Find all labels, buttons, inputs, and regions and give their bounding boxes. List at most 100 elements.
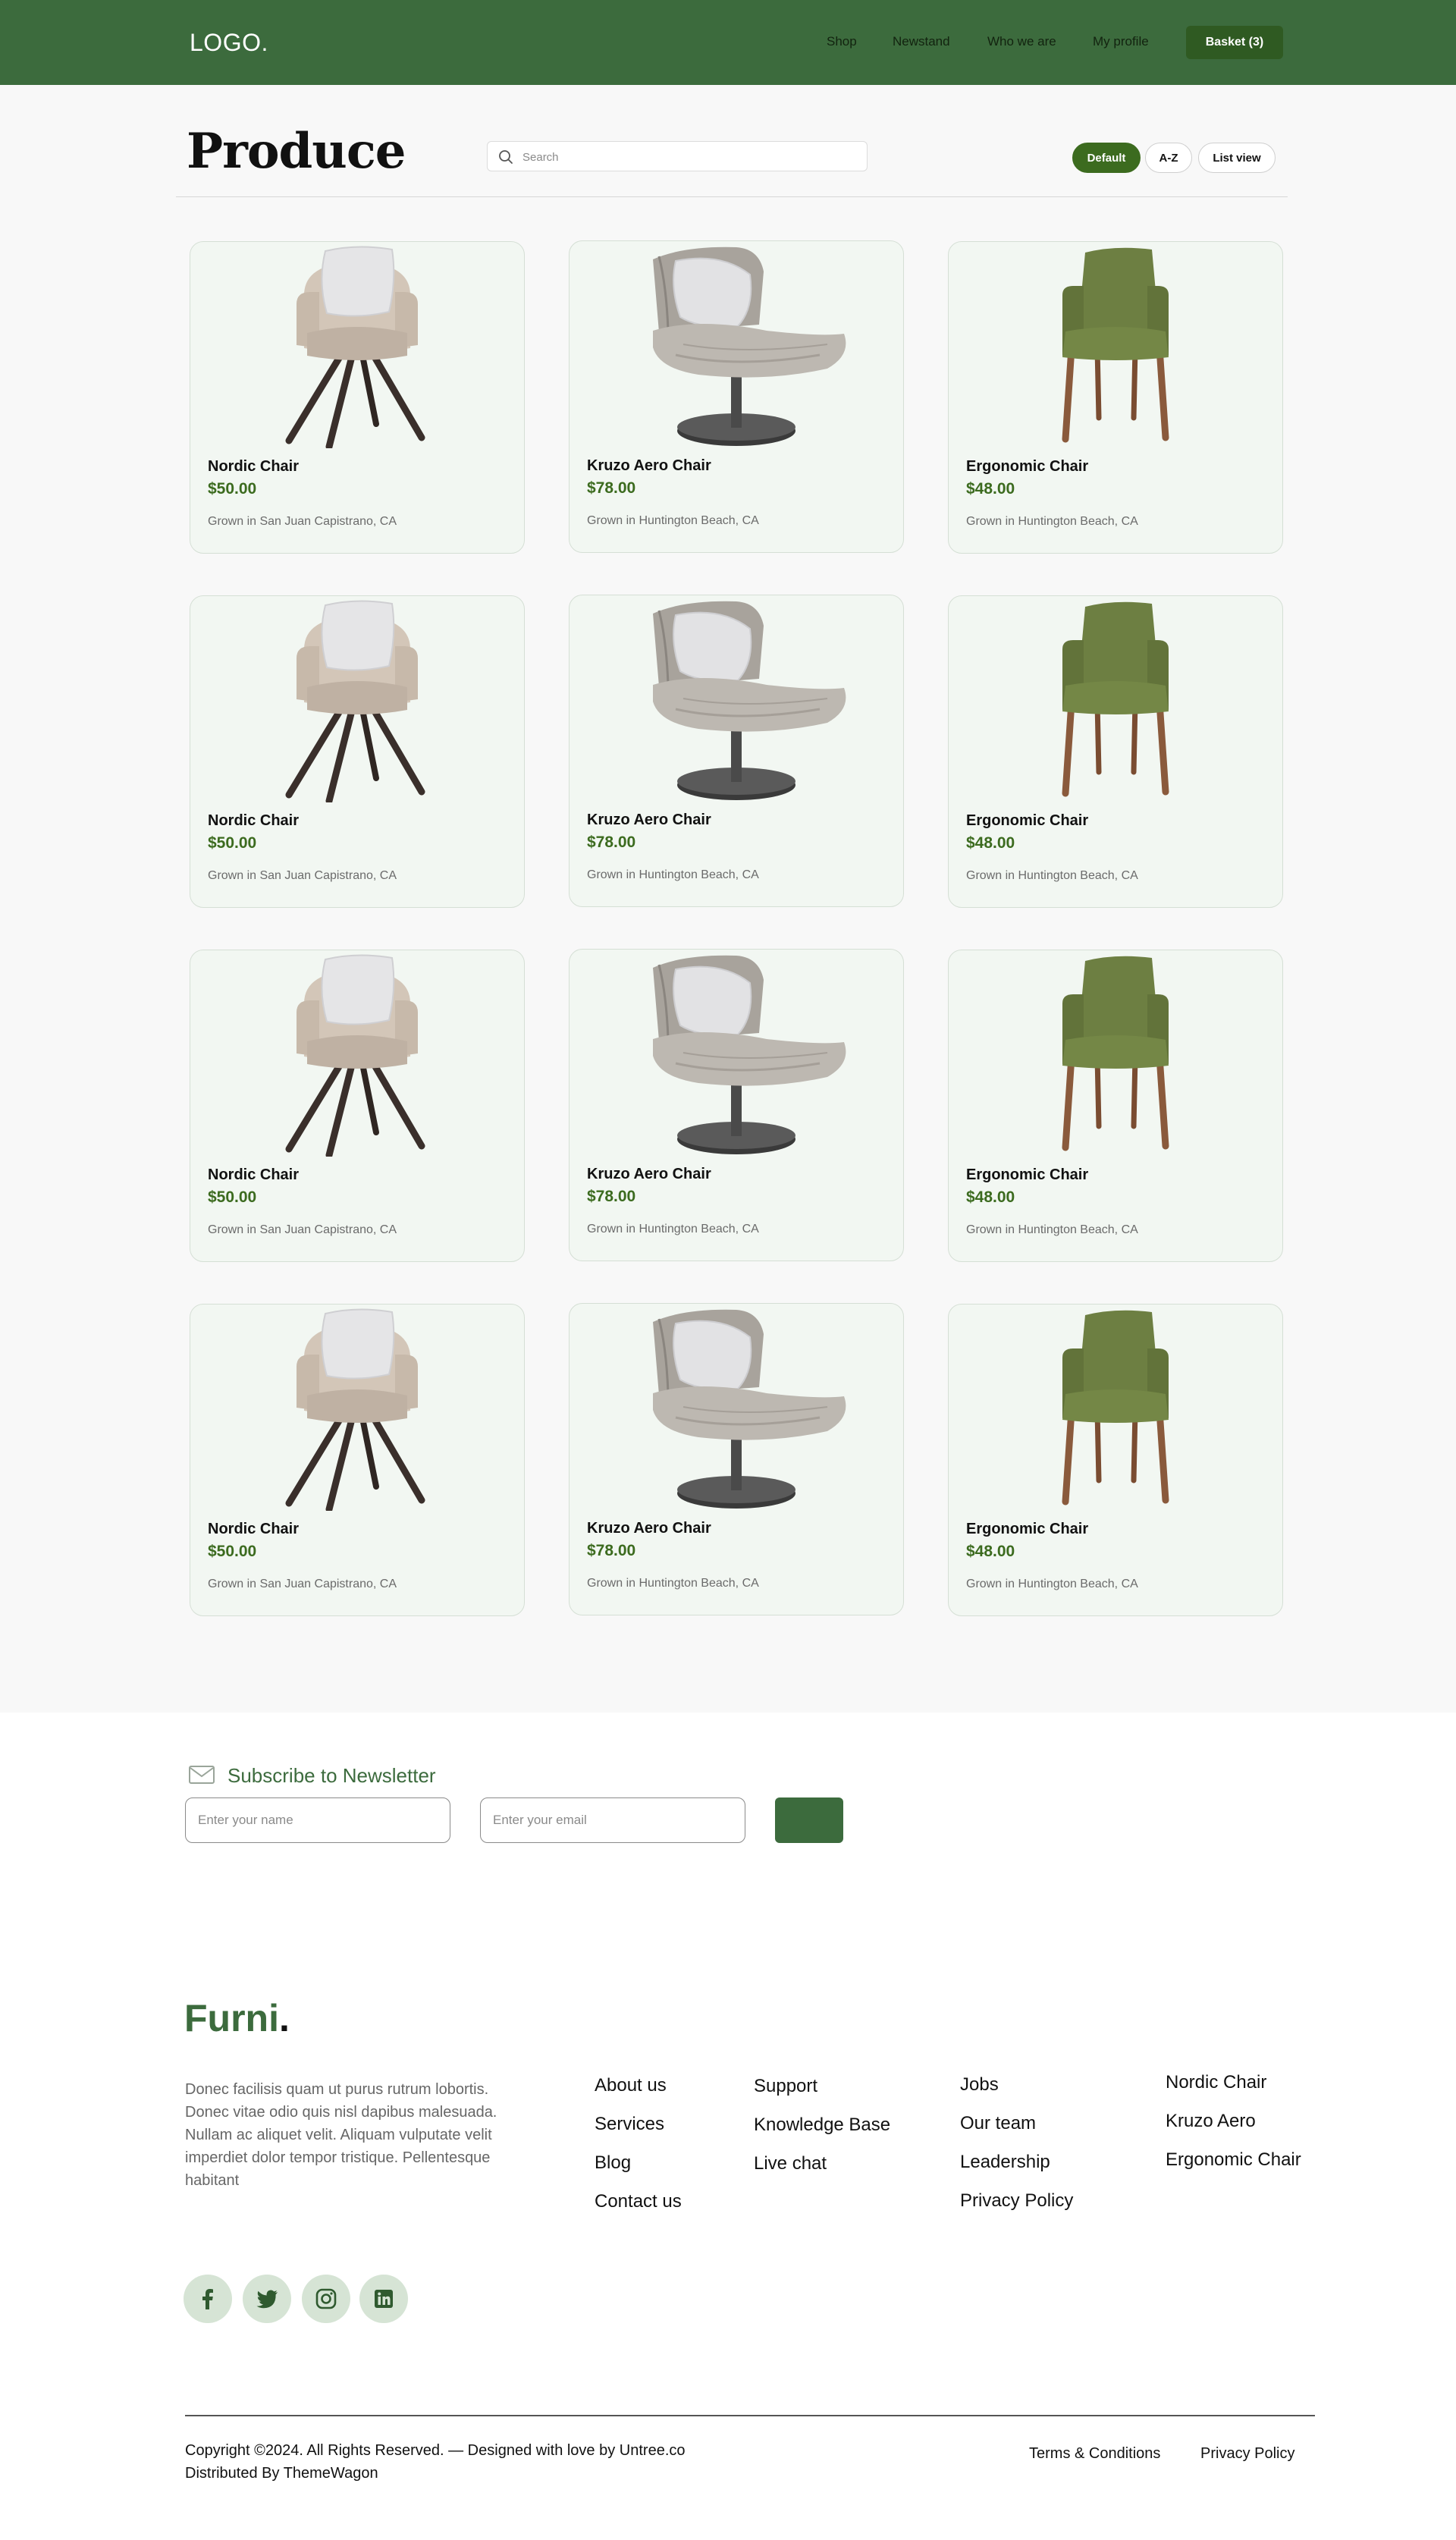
product-origin: Grown in San Juan Capistrano, CA xyxy=(208,515,397,528)
filter-list-view-button[interactable]: List view xyxy=(1198,143,1276,173)
nav-link-my-profile[interactable]: My profile xyxy=(1093,34,1149,49)
product-name: Nordic Chair xyxy=(208,812,300,829)
footer-link-nordic-chair[interactable]: Nordic Chair xyxy=(1166,2072,1266,2093)
footer-link-about-us[interactable]: About us xyxy=(595,2075,667,2096)
product-price: $78.00 xyxy=(587,479,636,497)
product-name: Ergonomic Chair xyxy=(966,1166,1089,1183)
footer-brand-name: Furni xyxy=(184,1997,279,2039)
product-name: Kruzo Aero Chair xyxy=(587,812,711,828)
kruzo-aero-chair-image xyxy=(570,1304,903,1510)
kruzo-aero-chair-image xyxy=(570,595,903,802)
product-origin: Grown in Huntington Beach, CA xyxy=(966,1223,1138,1236)
product-price: $78.00 xyxy=(587,1542,636,1559)
footer-link-privacy-policy[interactable]: Privacy Policy xyxy=(960,2190,1073,2212)
ergonomic-chair-image xyxy=(949,242,1282,448)
footer-link-our-team[interactable]: Our team xyxy=(960,2113,1036,2134)
product-card[interactable]: Kruzo Aero Chair $78.00 Grown in Hunting… xyxy=(569,595,904,907)
footer-brand[interactable]: Furni. xyxy=(184,1996,290,2040)
legal-privacy-policy-link[interactable]: Privacy Policy xyxy=(1200,2445,1294,2463)
product-origin: Grown in Huntington Beach, CA xyxy=(966,515,1138,528)
product-price: $48.00 xyxy=(966,1188,1015,1206)
envelope-icon xyxy=(189,1766,215,1784)
linkedin-button[interactable] xyxy=(359,2275,408,2323)
ergonomic-chair-image xyxy=(949,1305,1282,1511)
footer-link-live-chat[interactable]: Live chat xyxy=(754,2153,827,2174)
nordic-chair-image xyxy=(190,1305,524,1511)
newsletter-submit-button[interactable] xyxy=(775,1797,843,1843)
product-card[interactable]: Nordic Chair $50.00 Grown in San Juan Ca… xyxy=(190,241,525,554)
footer-link-leadership[interactable]: Leadership xyxy=(960,2152,1050,2173)
nordic-chair-image xyxy=(190,596,524,802)
instagram-button[interactable] xyxy=(302,2275,350,2323)
product-card[interactable]: Ergonomic Chair $48.00 Grown in Huntingt… xyxy=(948,1304,1283,1616)
nordic-chair-image xyxy=(190,242,524,448)
site-logo[interactable]: LOGO. xyxy=(190,29,268,57)
product-origin: Grown in San Juan Capistrano, CA xyxy=(208,1223,397,1236)
newsletter-title: Subscribe to Newsletter xyxy=(228,1764,436,1787)
product-name: Kruzo Aero Chair xyxy=(587,1166,711,1182)
filter-default-button[interactable]: Default xyxy=(1072,143,1141,173)
facebook-icon xyxy=(202,2289,213,2309)
product-card[interactable]: Ergonomic Chair $48.00 Grown in Huntingt… xyxy=(948,950,1283,1262)
instagram-icon xyxy=(315,2288,337,2309)
product-origin: Grown in San Juan Capistrano, CA xyxy=(208,1578,397,1590)
twitter-icon xyxy=(256,2290,278,2309)
product-price: $50.00 xyxy=(208,1188,257,1206)
footer-link-ergonomic-chair[interactable]: Ergonomic Chair xyxy=(1166,2149,1301,2171)
kruzo-aero-chair-image xyxy=(570,950,903,1156)
product-origin: Grown in Huntington Beach, CA xyxy=(966,1578,1138,1590)
basket-button[interactable]: Basket (3) xyxy=(1186,26,1283,59)
product-price: $78.00 xyxy=(587,834,636,851)
product-card[interactable]: Nordic Chair $50.00 Grown in San Juan Ca… xyxy=(190,950,525,1262)
footer-about-text: Donec facilisis quam ut purus rutrum lob… xyxy=(185,2081,497,2189)
product-price: $78.00 xyxy=(587,1188,636,1205)
facebook-button[interactable] xyxy=(184,2275,232,2323)
footer-link-kruzo-aero[interactable]: Kruzo Aero xyxy=(1166,2111,1256,2132)
newsletter-email-input[interactable] xyxy=(480,1797,745,1843)
distributed-by-text: Distributed By ThemeWagon xyxy=(185,2465,378,2482)
nav-link-newstand[interactable]: Newstand xyxy=(893,34,950,49)
search-box[interactable] xyxy=(487,141,868,171)
terms-conditions-link[interactable]: Terms & Conditions xyxy=(1029,2445,1160,2463)
product-origin: Grown in Huntington Beach, CA xyxy=(587,868,759,881)
product-card[interactable]: Nordic Chair $50.00 Grown in San Juan Ca… xyxy=(190,1304,525,1616)
product-name: Nordic Chair xyxy=(208,1521,300,1537)
newsletter-name-input[interactable] xyxy=(185,1797,450,1843)
product-name: Ergonomic Chair xyxy=(966,812,1089,829)
product-price: $50.00 xyxy=(208,834,257,852)
product-name: Nordic Chair xyxy=(208,458,300,475)
footer-link-jobs[interactable]: Jobs xyxy=(960,2074,999,2096)
product-origin: Grown in Huntington Beach, CA xyxy=(966,869,1138,882)
footer-brand-dot: . xyxy=(278,1997,290,2039)
search-input[interactable] xyxy=(522,146,856,168)
product-card[interactable]: Ergonomic Chair $48.00 Grown in Huntingt… xyxy=(948,241,1283,554)
product-origin: Grown in San Juan Capistrano, CA xyxy=(208,869,397,882)
filter-a-z-button[interactable]: A-Z xyxy=(1145,143,1192,173)
product-price: $50.00 xyxy=(208,1543,257,1560)
top-navigation-bar: LOGO. Shop Newstand Who we are My profil… xyxy=(0,0,1456,85)
footer-link-blog[interactable]: Blog xyxy=(595,2152,631,2174)
nav-link-who-we-are[interactable]: Who we are xyxy=(987,34,1056,49)
product-price: $48.00 xyxy=(966,834,1015,852)
product-price: $48.00 xyxy=(966,480,1015,498)
product-card[interactable]: Kruzo Aero Chair $78.00 Grown in Hunting… xyxy=(569,240,904,553)
product-name: Kruzo Aero Chair xyxy=(587,457,711,474)
product-card[interactable]: Nordic Chair $50.00 Grown in San Juan Ca… xyxy=(190,595,525,908)
footer-link-services[interactable]: Services xyxy=(595,2114,664,2135)
footer-divider xyxy=(185,2415,1315,2416)
search-icon xyxy=(499,150,513,164)
header-divider xyxy=(176,196,1288,197)
linkedin-icon xyxy=(375,2290,393,2308)
product-price: $48.00 xyxy=(966,1543,1015,1560)
footer-link-support[interactable]: Support xyxy=(754,2076,817,2097)
product-card[interactable]: Ergonomic Chair $48.00 Grown in Huntingt… xyxy=(948,595,1283,908)
footer-link-contact-us[interactable]: Contact us xyxy=(595,2191,682,2212)
twitter-button[interactable] xyxy=(243,2275,291,2323)
product-card[interactable]: Kruzo Aero Chair $78.00 Grown in Hunting… xyxy=(569,1303,904,1615)
footer-link-knowledge-base[interactable]: Knowledge Base xyxy=(754,2115,890,2136)
product-card[interactable]: Kruzo Aero Chair $78.00 Grown in Hunting… xyxy=(569,949,904,1261)
product-name: Ergonomic Chair xyxy=(966,1521,1089,1537)
nav-link-shop[interactable]: Shop xyxy=(827,34,857,49)
product-name: Kruzo Aero Chair xyxy=(587,1520,711,1537)
product-origin: Grown in Huntington Beach, CA xyxy=(587,1577,759,1590)
